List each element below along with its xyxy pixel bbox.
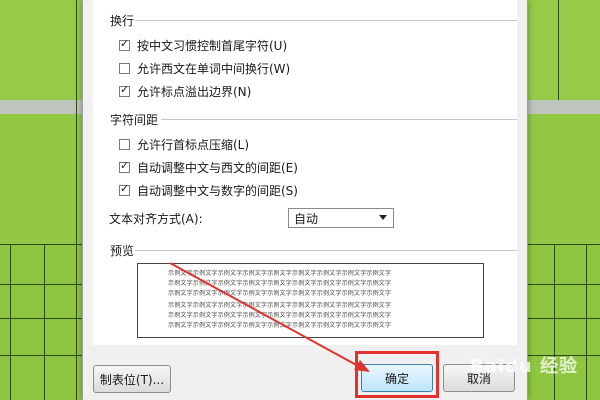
annotation-arrow xyxy=(169,262,370,372)
highlight-box xyxy=(355,351,439,398)
watermark-text: Baidu 经验 xyxy=(470,356,579,377)
arrow-line xyxy=(169,262,361,368)
